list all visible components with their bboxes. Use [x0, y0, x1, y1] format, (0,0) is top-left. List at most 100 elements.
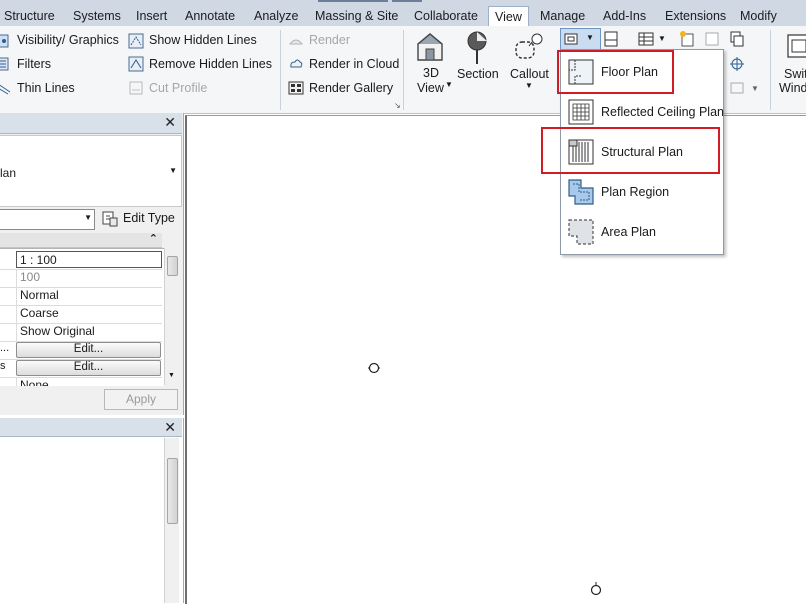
- callout-icon: [515, 33, 543, 59]
- row-label: s: [0, 360, 6, 372]
- edit-type-icon: [102, 211, 118, 227]
- type-dropdown-icon[interactable]: ▼: [169, 166, 177, 175]
- tab-view[interactable]: View: [488, 6, 529, 27]
- tab-annotate[interactable]: Annotate: [185, 8, 235, 26]
- instance-filter-combo[interactable]: ▼: [0, 209, 95, 230]
- cursor-marker-icon: [368, 362, 380, 374]
- menu-item-label: Area Plan: [601, 225, 656, 239]
- table-row: Normal: [0, 287, 162, 306]
- scroll-down-icon[interactable]: ▼: [168, 372, 175, 379]
- filters-button[interactable]: Filters: [17, 57, 51, 71]
- area-plan-icon: [568, 219, 594, 245]
- view-scale-field[interactable]: 1 : 100: [16, 251, 162, 268]
- tab-systems[interactable]: Systems: [73, 8, 121, 26]
- highlight-structural-plan: [541, 127, 720, 174]
- tab-extensions[interactable]: Extensions: [665, 8, 726, 26]
- table-row: 1 : 100: [0, 251, 162, 270]
- menu-item-plan-region[interactable]: Plan Region: [561, 173, 723, 211]
- table-row: None: [0, 377, 162, 386]
- tab-structure[interactable]: Structure: [4, 8, 55, 26]
- render-gallery-button[interactable]: Render Gallery: [309, 81, 393, 95]
- thin-lines-button[interactable]: Thin Lines: [17, 81, 75, 95]
- show-hidden-lines-button[interactable]: Show Hidden Lines: [149, 33, 257, 47]
- edit-type-button[interactable]: Edit Type: [123, 211, 175, 225]
- ribbon-separator: [770, 30, 771, 110]
- title-block-icon[interactable]: [704, 31, 720, 47]
- chevron-down-icon: ▼: [84, 213, 92, 222]
- 3d-view-dropdown-icon[interactable]: ▼: [445, 80, 453, 89]
- switch-windows-icon: [787, 34, 806, 58]
- callout-button[interactable]: Callout: [510, 67, 549, 81]
- apply-button[interactable]: Apply: [104, 389, 178, 410]
- ribbon-tab-bar: Structure Systems Insert Annotate Analyz…: [0, 0, 806, 27]
- matchline-icon[interactable]: [729, 80, 745, 96]
- properties-table: 1 : 100 100 Normal Coarse Show Original …: [0, 248, 164, 386]
- tab-manage[interactable]: Manage: [540, 8, 585, 26]
- duplicate-view-icon[interactable]: [729, 31, 745, 47]
- tab-bar-accent: [318, 0, 388, 2]
- remove-hidden-lines-button[interactable]: Remove Hidden Lines: [149, 57, 272, 71]
- properties-title-bar: ✕: [0, 113, 182, 134]
- sheet-icon[interactable]: [679, 31, 695, 47]
- properties-panel: ✕ lan ▼ ▼ Edit Type ⌃ 1 : 100 100 Normal…: [0, 113, 184, 415]
- tab-collaborate[interactable]: Collaborate: [414, 8, 478, 26]
- view-reference-icon[interactable]: [729, 56, 745, 72]
- render-gallery-icon: [288, 81, 304, 95]
- show-hidden-lines-icon: [128, 33, 144, 49]
- table-row: ... Edit...: [0, 341, 162, 360]
- tab-add-ins[interactable]: Add-Ins: [603, 8, 646, 26]
- plan-views-button[interactable]: ▼: [560, 28, 601, 51]
- scrollbar-thumb[interactable]: [167, 458, 178, 524]
- visibility-graphics-button[interactable]: Visibility/ Graphics: [17, 33, 119, 47]
- graphic-display-edit-button[interactable]: Edit...: [16, 360, 161, 376]
- type-selector[interactable]: lan ▼: [0, 135, 182, 207]
- table-row: Coarse: [0, 305, 162, 324]
- 3d-view-label-bottom[interactable]: View: [417, 81, 444, 95]
- tab-massing-site[interactable]: Massing & Site: [315, 8, 398, 26]
- plan-region-icon: [568, 179, 594, 205]
- plan-views-dropdown-icon: ▼: [586, 33, 594, 42]
- switch-windows-label-top[interactable]: Swit: [784, 67, 806, 81]
- callout-dropdown-icon[interactable]: ▼: [525, 81, 533, 90]
- close-icon[interactable]: ✕: [164, 114, 176, 131]
- close-icon[interactable]: ✕: [164, 419, 176, 436]
- tab-modify[interactable]: Modify: [740, 8, 777, 26]
- project-browser-panel: ✕: [0, 418, 184, 603]
- detail-level-field[interactable]: Coarse: [16, 305, 162, 323]
- visibility-graphics-icon: [0, 34, 9, 48]
- parts-visibility-field[interactable]: Show Original: [16, 323, 162, 341]
- render-button[interactable]: Render: [309, 33, 350, 47]
- collapse-icon[interactable]: ⌃: [149, 232, 158, 245]
- section-button[interactable]: Section: [457, 67, 499, 81]
- schedules-icon[interactable]: [638, 31, 654, 47]
- cut-profile-button[interactable]: Cut Profile: [149, 81, 207, 95]
- elevation-icon[interactable]: [603, 31, 619, 47]
- plan-views-icon: [564, 33, 578, 45]
- switch-windows-label-bottom[interactable]: Wind: [779, 81, 806, 95]
- render-icon: [288, 39, 304, 45]
- display-model-field[interactable]: Normal: [16, 287, 162, 305]
- menu-item-reflected-ceiling-plan[interactable]: Reflected Ceiling Plan: [561, 93, 724, 131]
- reflected-ceiling-plan-icon: [568, 99, 594, 125]
- menu-item-area-plan[interactable]: Area Plan: [561, 213, 723, 251]
- underlay-field[interactable]: None: [16, 377, 162, 386]
- thin-lines-icon: [0, 84, 11, 95]
- scrollbar-thumb[interactable]: [167, 256, 178, 276]
- properties-scrollbar[interactable]: ▼: [164, 248, 179, 385]
- table-row: Show Original: [0, 323, 162, 342]
- tab-analyze[interactable]: Analyze: [254, 8, 298, 26]
- panel-launcher-icon[interactable]: ↘: [394, 102, 401, 110]
- tab-bar-accent: [392, 0, 422, 2]
- tab-insert[interactable]: Insert: [136, 8, 167, 26]
- row-label: ...: [0, 342, 10, 354]
- render-in-cloud-button[interactable]: Render in Cloud: [309, 57, 399, 71]
- visibility-edit-button[interactable]: Edit...: [16, 342, 161, 358]
- menu-item-label: Plan Region: [601, 185, 670, 199]
- 3d-view-label-top[interactable]: 3D: [423, 66, 439, 80]
- schedules-dropdown-icon[interactable]: ▼: [658, 34, 666, 43]
- properties-group-header[interactable]: ⌃: [0, 233, 162, 248]
- browser-scrollbar[interactable]: [164, 438, 179, 603]
- matchline-dropdown-icon[interactable]: ▼: [751, 84, 759, 93]
- menu-item-label: Reflected Ceiling Plan: [601, 105, 724, 119]
- remove-hidden-lines-icon: [128, 56, 144, 72]
